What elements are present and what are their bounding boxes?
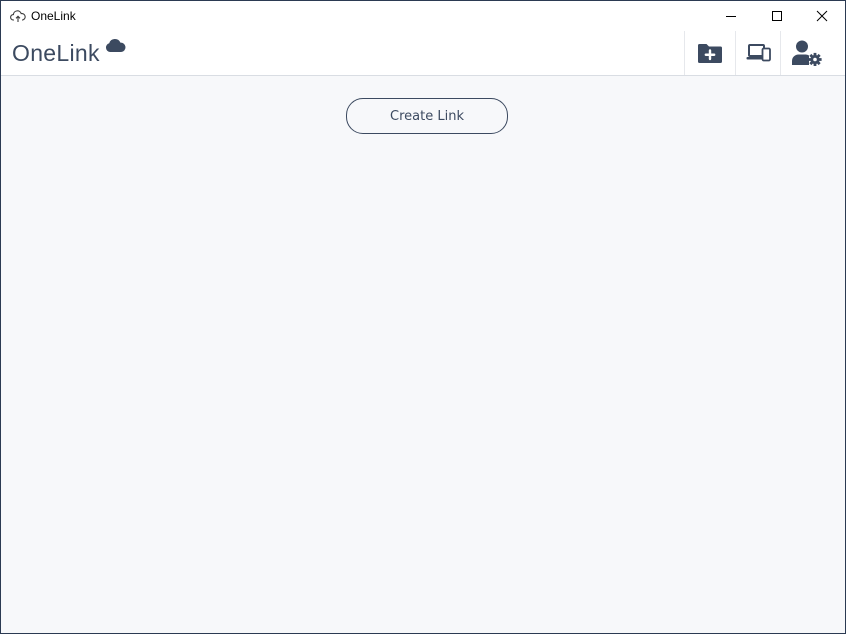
minimize-icon	[726, 16, 736, 17]
new-folder-button[interactable]	[684, 31, 735, 75]
folder-plus-icon	[698, 44, 722, 63]
devices-icon	[746, 44, 771, 62]
close-button[interactable]	[799, 1, 845, 31]
title-bar[interactable]: OneLink	[1, 1, 845, 31]
devices-button[interactable]	[735, 31, 781, 75]
maximize-icon	[772, 11, 782, 21]
cloud-icon	[105, 39, 126, 52]
app-window: OneLink OneLink Create Link	[0, 0, 846, 634]
window-title: OneLink	[31, 9, 76, 23]
create-link-button[interactable]: Create Link	[346, 98, 508, 134]
cloud-upload-icon	[10, 10, 26, 22]
minimize-button[interactable]	[708, 1, 754, 31]
brand-name: OneLink	[12, 40, 100, 66]
maximize-button[interactable]	[754, 1, 800, 31]
app-header: OneLink	[1, 31, 845, 76]
account-settings-button[interactable]	[780, 31, 833, 75]
user-gear-icon	[792, 40, 822, 66]
close-icon	[816, 10, 828, 22]
